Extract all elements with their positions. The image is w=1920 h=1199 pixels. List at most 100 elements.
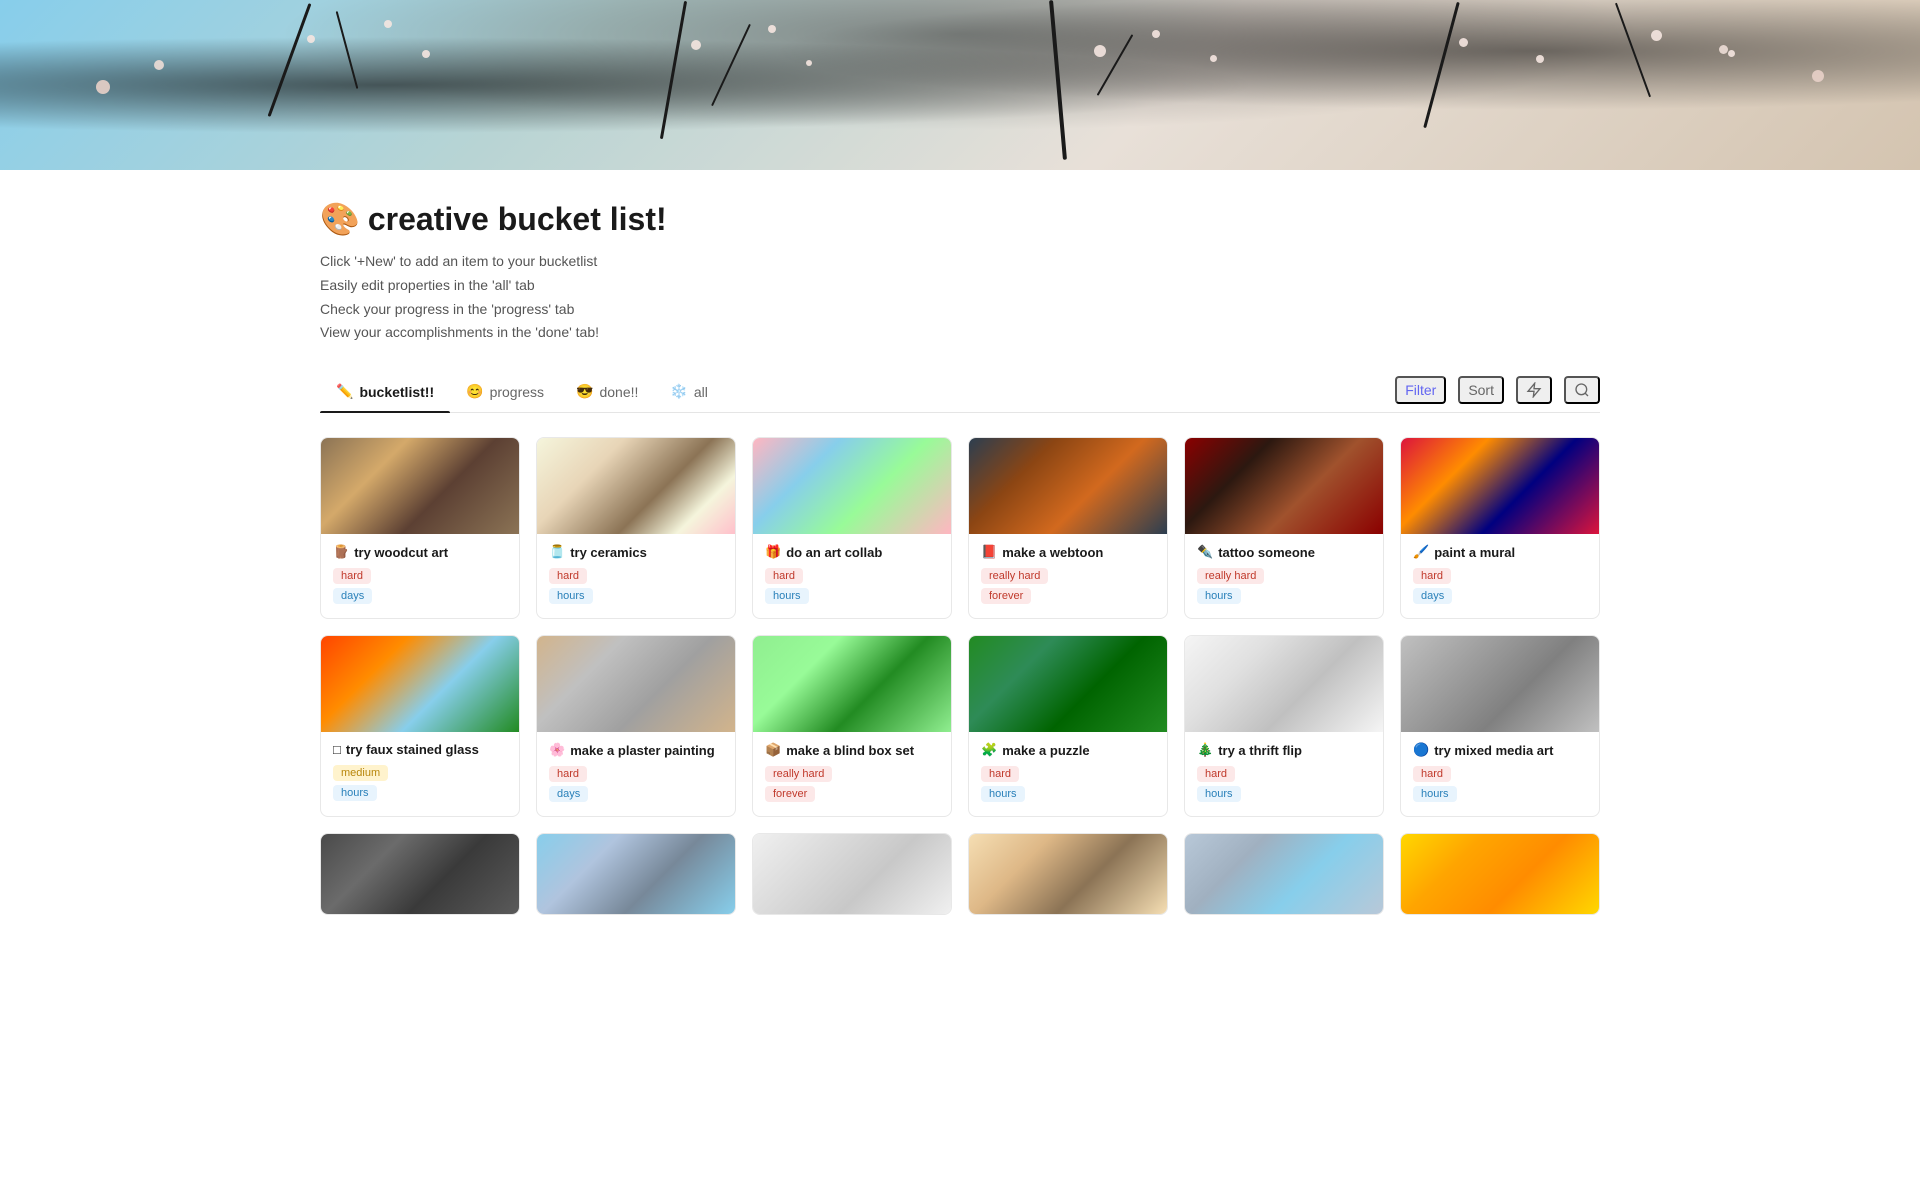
card-tags-webtoon: really hard forever xyxy=(981,568,1155,604)
tag-days: days xyxy=(333,588,372,604)
card-collab[interactable]: 🎁 do an art collab hard hours xyxy=(752,437,952,619)
card-tags-thrift: hard hours xyxy=(1197,766,1371,802)
sort-button[interactable]: Sort xyxy=(1458,376,1504,404)
card-mixedmedia[interactable]: 🔵 try mixed media art hard hours xyxy=(1400,635,1600,817)
card-image-row3-2 xyxy=(537,834,735,914)
gallery-row-2: □ try faux stained glass medium hours 🌸 … xyxy=(320,635,1600,817)
card-body-blindbox: 📦 make a blind box set really hard forev… xyxy=(753,732,951,816)
card-image-row3-1 xyxy=(321,834,519,914)
card-image-thrift xyxy=(1185,636,1383,732)
card-tags-woodcut: hard days xyxy=(333,568,507,604)
card-title-puzzle: 🧩 make a puzzle xyxy=(981,742,1155,758)
card-thrift[interactable]: 🎄 try a thrift flip hard hours xyxy=(1184,635,1384,817)
card-image-mixedmedia xyxy=(1401,636,1599,732)
tag-really-hard: really hard xyxy=(1197,568,1264,584)
card-title-tattoo: ✒️ tattoo someone xyxy=(1197,544,1371,560)
card-row3-2[interactable] xyxy=(536,833,736,915)
tag-days: days xyxy=(1413,588,1452,604)
card-image-stainedglass xyxy=(321,636,519,732)
card-tags-puzzle: hard hours xyxy=(981,766,1155,802)
lightning-button[interactable] xyxy=(1516,376,1552,404)
tag-hard: hard xyxy=(1413,568,1451,584)
card-puzzle[interactable]: 🧩 make a puzzle hard hours xyxy=(968,635,1168,817)
card-image-webtoon xyxy=(969,438,1167,534)
card-title-blindbox: 📦 make a blind box set xyxy=(765,742,939,758)
card-title-thrift: 🎄 try a thrift flip xyxy=(1197,742,1371,758)
card-image-blindbox xyxy=(753,636,951,732)
filter-button[interactable]: Filter xyxy=(1395,376,1446,404)
card-row3-4[interactable] xyxy=(968,833,1168,915)
card-title-woodcut: 🪵 try woodcut art xyxy=(333,544,507,560)
card-webtoon[interactable]: 📕 make a webtoon really hard forever xyxy=(968,437,1168,619)
card-tattoo[interactable]: ✒️ tattoo someone really hard hours xyxy=(1184,437,1384,619)
card-row3-5[interactable] xyxy=(1184,833,1384,915)
card-tags-plaster: hard days xyxy=(549,766,723,802)
tag-hard: hard xyxy=(333,568,371,584)
card-body-plaster: 🌸 make a plaster painting hard days xyxy=(537,732,735,816)
card-title-ceramics: 🫙 try ceramics xyxy=(549,544,723,560)
lightning-icon xyxy=(1526,382,1542,398)
card-plaster[interactable]: 🌸 make a plaster painting hard days xyxy=(536,635,736,817)
tag-really-hard: really hard xyxy=(981,568,1048,584)
card-ceramics[interactable]: 🫙 try ceramics hard hours xyxy=(536,437,736,619)
tag-hard: hard xyxy=(549,766,587,782)
cool-icon: 😎 xyxy=(576,383,593,400)
card-title-webtoon: 📕 make a webtoon xyxy=(981,544,1155,560)
tag-hours: hours xyxy=(1197,588,1241,604)
card-body-thrift: 🎄 try a thrift flip hard hours xyxy=(1185,732,1383,816)
page-description: Click '+New' to add an item to your buck… xyxy=(320,250,1600,345)
card-woodcut[interactable]: 🪵 try woodcut art hard days xyxy=(320,437,520,619)
card-image-puzzle xyxy=(969,636,1167,732)
card-body-tattoo: ✒️ tattoo someone really hard hours xyxy=(1185,534,1383,618)
palette-emoji: 🎨 xyxy=(320,200,360,238)
tag-really-hard: really hard xyxy=(765,766,832,782)
card-image-tattoo xyxy=(1185,438,1383,534)
card-tags-stainedglass: medium hours xyxy=(333,765,507,801)
card-tags-mural: hard days xyxy=(1413,568,1587,604)
card-title-plaster: 🌸 make a plaster painting xyxy=(549,742,723,758)
card-body-mixedmedia: 🔵 try mixed media art hard hours xyxy=(1401,732,1599,816)
search-icon xyxy=(1574,382,1590,398)
card-body-puzzle: 🧩 make a puzzle hard hours xyxy=(969,732,1167,816)
card-body-ceramics: 🫙 try ceramics hard hours xyxy=(537,534,735,618)
card-body-woodcut: 🪵 try woodcut art hard days xyxy=(321,534,519,618)
card-row3-1[interactable] xyxy=(320,833,520,915)
card-blindbox[interactable]: 📦 make a blind box set really hard forev… xyxy=(752,635,952,817)
card-image-row3-5 xyxy=(1185,834,1383,914)
tabs-actions: Filter Sort xyxy=(1395,376,1600,412)
card-title-mural: 🖌️ paint a mural xyxy=(1413,544,1587,560)
card-body-webtoon: 📕 make a webtoon really hard forever xyxy=(969,534,1167,618)
hero-banner xyxy=(0,0,1920,170)
card-row3-6[interactable] xyxy=(1400,833,1600,915)
card-row3-3[interactable] xyxy=(752,833,952,915)
page-title: 🎨 creative bucket list! xyxy=(320,200,1600,238)
tag-forever: forever xyxy=(981,588,1031,604)
card-mural[interactable]: 🖌️ paint a mural hard days xyxy=(1400,437,1600,619)
card-image-ceramics xyxy=(537,438,735,534)
tag-hard: hard xyxy=(549,568,587,584)
tab-all[interactable]: ❄️ all xyxy=(654,375,723,412)
card-body-collab: 🎁 do an art collab hard hours xyxy=(753,534,951,618)
tag-hard: hard xyxy=(1197,766,1235,782)
tag-hard: hard xyxy=(981,766,1019,782)
card-image-collab xyxy=(753,438,951,534)
card-body-stainedglass: □ try faux stained glass medium hours xyxy=(321,732,519,815)
page-header: 🎨 creative bucket list! Click '+New' to … xyxy=(320,170,1600,365)
card-title-collab: 🎁 do an art collab xyxy=(765,544,939,560)
snowflake-icon: ❄️ xyxy=(670,383,687,400)
tab-bucketlist[interactable]: ✏️ bucketlist!! xyxy=(320,375,450,412)
search-button[interactable] xyxy=(1564,376,1600,404)
tab-progress[interactable]: 😊 progress xyxy=(450,375,560,412)
card-stainedglass[interactable]: □ try faux stained glass medium hours xyxy=(320,635,520,817)
card-image-row3-3 xyxy=(753,834,951,914)
smiley-icon: 😊 xyxy=(466,383,483,400)
card-tags-collab: hard hours xyxy=(765,568,939,604)
gallery-row-1: 🪵 try woodcut art hard days 🫙 try cerami… xyxy=(320,437,1600,619)
tag-hours: hours xyxy=(981,786,1025,802)
card-image-mural xyxy=(1401,438,1599,534)
card-image-plaster xyxy=(537,636,735,732)
card-tags-ceramics: hard hours xyxy=(549,568,723,604)
tag-medium: medium xyxy=(333,765,388,781)
tag-hours: hours xyxy=(549,588,593,604)
tab-done[interactable]: 😎 done!! xyxy=(560,375,654,412)
